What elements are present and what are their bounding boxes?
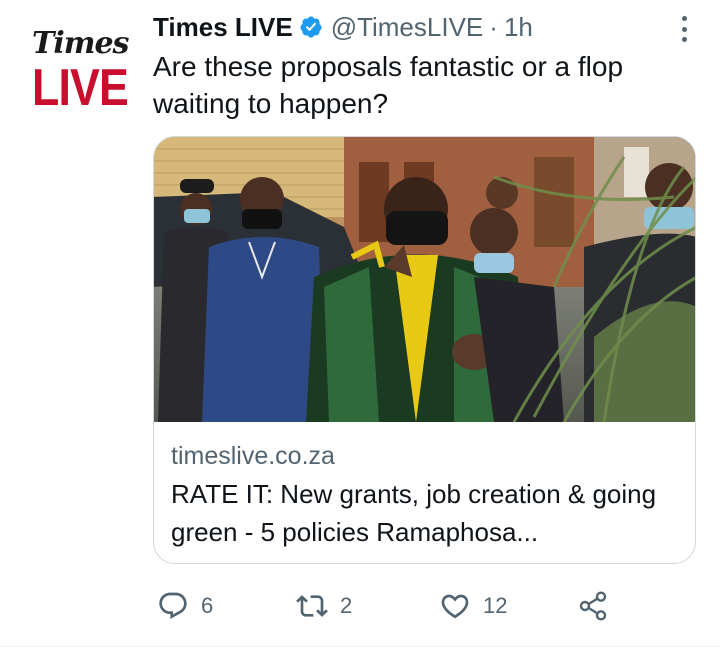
card-photo-image	[154, 137, 695, 422]
verified-badge-icon	[300, 16, 322, 38]
avatar-logo-times: Times	[32, 26, 129, 61]
card-meta[interactable]: timeslive.co.za RATE IT: New grants, job…	[171, 437, 681, 551]
more-dot	[681, 26, 687, 32]
retweet-count: 2	[340, 593, 353, 618]
like-button[interactable]: 12	[439, 584, 507, 628]
retweet-icon	[296, 595, 328, 617]
more-dot	[681, 37, 687, 42]
display-name[interactable]: Times LIVE	[153, 12, 293, 43]
tweet-actions: 6 2 12	[153, 584, 623, 628]
handle[interactable]: @TimesLIVE	[331, 12, 484, 43]
avatar[interactable]: Times LIVE	[22, 12, 134, 116]
card-title: RATE IT: New grants, job creation & goin…	[171, 479, 657, 547]
tweet[interactable]: Times LIVE Times LIVE @TimesLIVE · 1h Ar…	[0, 0, 720, 654]
card-image[interactable]	[154, 137, 695, 422]
card-domain: timeslive.co.za	[171, 442, 335, 470]
heart-icon	[441, 594, 469, 619]
tweet-header: Times LIVE @TimesLIVE · 1h	[153, 10, 533, 44]
timestamp[interactable]: 1h	[504, 12, 533, 43]
like-count: 12	[483, 593, 508, 618]
more-dot	[681, 16, 687, 21]
reply-icon	[159, 592, 187, 619]
retweet-button[interactable]: 2	[296, 584, 352, 628]
divider	[0, 646, 720, 647]
link-card[interactable]: timeslive.co.za RATE IT: New grants, job…	[153, 136, 696, 564]
more-options-icon[interactable]	[680, 16, 688, 42]
avatar-logo-live: LIVE	[32, 59, 129, 117]
reply-button[interactable]: 6	[157, 584, 213, 628]
reply-count: 6	[201, 593, 214, 618]
share-icon	[579, 591, 607, 621]
header-separator: ·	[489, 11, 498, 42]
share-button[interactable]	[577, 584, 609, 628]
tweet-text: Are these proposals fantastic or a flop …	[153, 51, 624, 119]
